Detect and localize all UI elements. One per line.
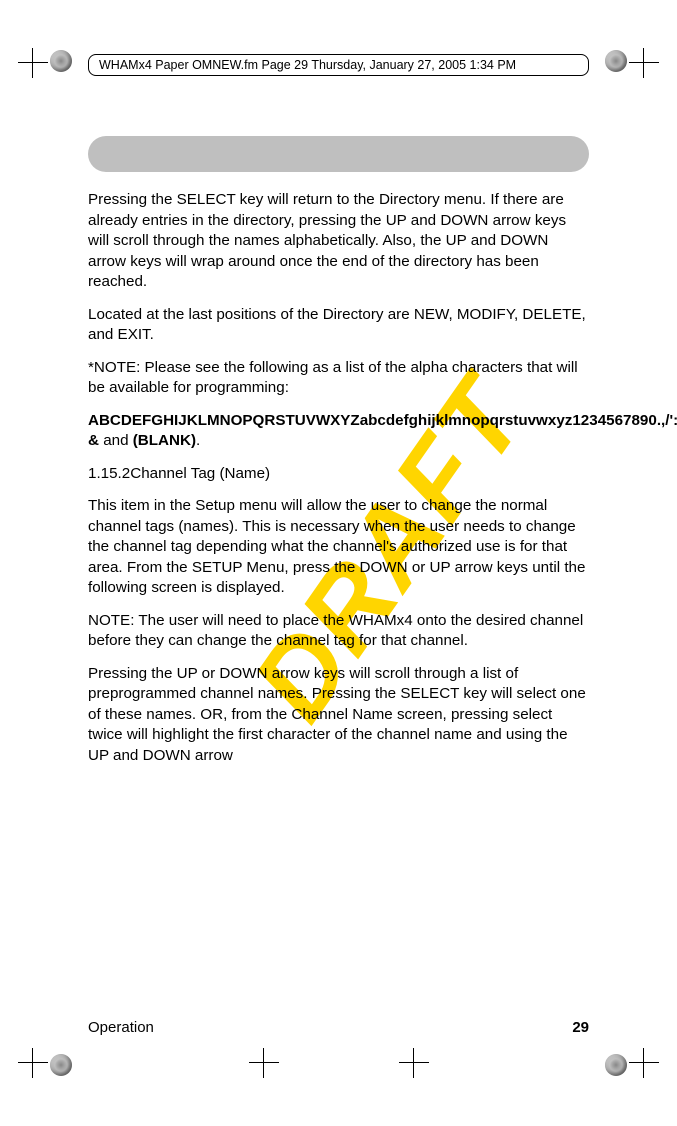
paragraph: *NOTE: Please see the following as a lis… <box>88 358 589 399</box>
page-footer: Operation 29 <box>88 1019 589 1036</box>
corner-ornament-icon <box>50 1054 72 1076</box>
page-header: WHAMx4 Paper OMNEW.fm Page 29 Thursday, … <box>88 54 589 76</box>
blank-label: (BLANK) <box>133 432 196 449</box>
footer-section: Operation <box>88 1019 154 1036</box>
corner-ornament-icon <box>50 50 72 72</box>
crop-mark <box>399 1048 429 1078</box>
page-frame: WHAMx4 Paper OMNEW.fm Page 29 Thursday, … <box>88 50 589 1036</box>
paragraph: Located at the last positions of the Dir… <box>88 305 589 346</box>
body-text: Pressing the SELECT key will return to t… <box>88 190 589 766</box>
crop-mark <box>629 1048 659 1078</box>
section-heading-bar <box>88 136 589 172</box>
crop-mark <box>18 48 48 78</box>
text: and <box>99 432 133 449</box>
section-number: 1.15.2Channel Tag (Name) <box>88 464 589 485</box>
paragraph: Pressing the SELECT key will return to t… <box>88 190 589 293</box>
paragraph: NOTE: The user will need to place the WH… <box>88 611 589 652</box>
paragraph: ABCDEFGHIJKLMNOPQRSTUVWXYZabcdefghijklmn… <box>88 411 589 452</box>
corner-ornament-icon <box>605 1054 627 1076</box>
crop-mark <box>18 1048 48 1078</box>
corner-ornament-icon <box>605 50 627 72</box>
crop-mark <box>629 48 659 78</box>
paragraph: This item in the Setup menu will allow t… <box>88 496 589 599</box>
crop-mark <box>249 1048 279 1078</box>
crop-marks-bottom <box>249 1048 429 1078</box>
text: . <box>196 432 200 449</box>
paragraph: Pressing the UP or DOWN arrow keys will … <box>88 664 589 767</box>
page-number: 29 <box>572 1019 589 1036</box>
